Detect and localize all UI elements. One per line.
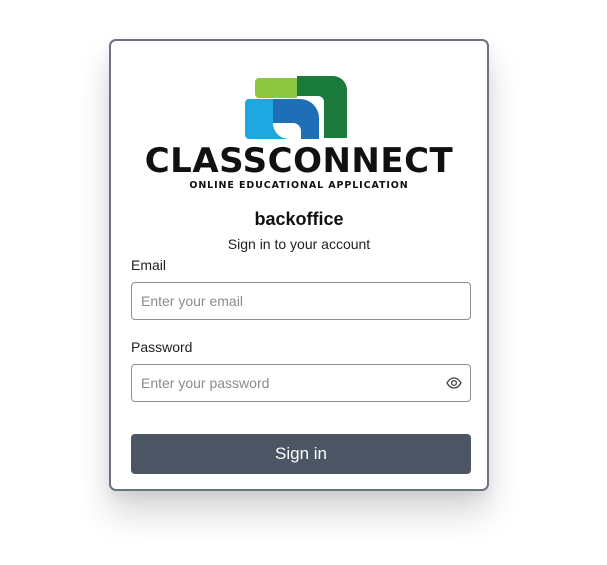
eye-icon-graphic <box>446 377 462 389</box>
app-name: backoffice <box>254 209 344 229</box>
password-label: Password <box>131 339 193 355</box>
eye-icon[interactable] <box>445 374 463 392</box>
sign-in-button[interactable]: Sign in <box>131 434 471 474</box>
logo-tagline: ONLINE EDUCATIONAL APPLICATION <box>189 180 409 191</box>
sign-in-subtitle: Sign in to your account <box>227 236 371 252</box>
login-card: CLASSCONNECT ONLINE EDUCATIONAL APPLICAT… <box>109 39 489 491</box>
email-label: Email <box>131 257 167 273</box>
logo-mark <box>245 76 347 139</box>
page: CLASSCONNECT ONLINE EDUCATIONAL APPLICAT… <box>0 0 607 565</box>
logo-wordmark: CLASSCONNECT <box>144 141 454 181</box>
email-input[interactable] <box>131 282 471 320</box>
password-input[interactable] <box>131 364 471 402</box>
